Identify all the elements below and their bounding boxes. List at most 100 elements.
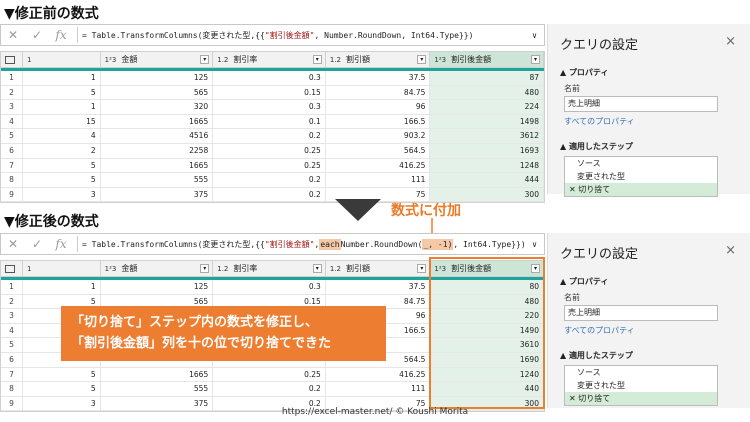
table-cell[interactable]: 555 <box>101 173 214 187</box>
table-cell[interactable]: 480 <box>430 85 544 100</box>
step-round-down[interactable]: ✕ 切り捨て <box>565 392 717 405</box>
table-cell[interactable]: 15 <box>23 114 101 129</box>
cancel-icon[interactable]: ✕ <box>1 28 25 42</box>
table-cell[interactable]: 564.5 <box>326 143 431 158</box>
table-cell[interactable]: 9 <box>1 187 23 202</box>
table-cell[interactable]: 5 <box>23 158 101 173</box>
column-header[interactable]: 1 <box>23 261 101 276</box>
table-cell[interactable]: 4516 <box>101 129 214 143</box>
type-icon[interactable]: 1²3 <box>105 56 117 64</box>
table-cell[interactable]: 37.5 <box>326 280 431 294</box>
table-cell[interactable]: 0.3 <box>213 280 326 294</box>
cancel-icon[interactable]: ✕ <box>1 237 25 251</box>
step-source[interactable]: ソース <box>565 366 717 379</box>
table-cell[interactable]: 3 <box>23 187 101 202</box>
table-cell[interactable]: 6 <box>1 352 23 367</box>
close-icon[interactable]: × <box>725 34 736 49</box>
type-icon[interactable]: 1²3 <box>105 265 117 273</box>
table-cell[interactable]: 87 <box>430 71 544 85</box>
table-cell[interactable]: 1248 <box>430 158 544 173</box>
table-cell[interactable]: 0.25 <box>213 143 326 158</box>
column-header[interactable]: 1.2 割引額 ▾ <box>326 52 431 67</box>
table-cell[interactable]: 903.2 <box>326 129 431 143</box>
filter-dropdown-icon[interactable]: ▾ <box>417 264 427 273</box>
table-cell[interactable]: 0.1 <box>213 114 326 129</box>
column-header[interactable]: 1²3 金額 ▾ <box>101 52 214 67</box>
table-cell[interactable]: 0.2 <box>213 129 326 143</box>
table-cell[interactable]: 7 <box>1 367 23 382</box>
column-header[interactable]: 1.2 割引率 ▾ <box>213 52 326 67</box>
step-changed-type[interactable]: 変更された型 <box>565 170 717 183</box>
table-cell[interactable]: 0.3 <box>213 71 326 85</box>
table-cell[interactable]: 444 <box>430 173 544 187</box>
table-cell[interactable]: 1 <box>1 71 23 85</box>
table-cell[interactable]: 416.25 <box>326 367 431 382</box>
table-cell[interactable]: 0.15 <box>213 85 326 100</box>
table-cell[interactable]: 416.25 <box>326 158 431 173</box>
select-all-icon[interactable] <box>1 52 23 67</box>
table-cell[interactable]: 3 <box>1 309 23 323</box>
type-icon[interactable]: 1.2 <box>330 265 341 273</box>
table-cell[interactable]: 6 <box>1 143 23 158</box>
table-cell[interactable]: 4 <box>1 114 23 129</box>
formula-text[interactable]: = Table.TransformColumns(変更された型,{{ "割引後金… <box>82 238 537 250</box>
column-header[interactable]: 1.2 割引額 ▾ <box>326 261 431 276</box>
fx-icon[interactable]: fx <box>49 28 73 42</box>
table-cell[interactable]: 96 <box>326 100 431 114</box>
table-cell[interactable]: 0.3 <box>213 100 326 114</box>
table-cell[interactable]: 3612 <box>430 129 544 143</box>
select-all-icon[interactable] <box>1 261 23 276</box>
table-cell[interactable]: 224 <box>430 100 544 114</box>
table-cell[interactable]: 320 <box>101 100 214 114</box>
column-header[interactable]: 1.2 割引率 ▾ <box>213 261 326 276</box>
confirm-icon[interactable]: ✓ <box>25 237 49 251</box>
table-cell[interactable]: 1 <box>23 71 101 85</box>
table-cell[interactable]: 125 <box>101 71 214 85</box>
table-cell[interactable]: 37.5 <box>326 71 431 85</box>
table-cell[interactable]: 2 <box>1 85 23 100</box>
step-round-down[interactable]: ✕ 切り捨て <box>565 183 717 196</box>
close-icon[interactable]: × <box>725 243 736 258</box>
table-cell[interactable]: 166.5 <box>326 114 431 129</box>
expand-formula-icon[interactable]: ∨ <box>532 240 537 249</box>
table-cell[interactable]: 2 <box>1 294 23 309</box>
table-cell[interactable]: 0.2 <box>213 382 326 396</box>
table-cell[interactable]: 5 <box>1 129 23 143</box>
table-cell[interactable]: 125 <box>101 280 214 294</box>
table-cell[interactable]: 4 <box>23 129 101 143</box>
table-cell[interactable]: 555 <box>101 382 214 396</box>
table-cell[interactable]: 2258 <box>101 143 214 158</box>
table-cell[interactable]: 5 <box>23 85 101 100</box>
filter-dropdown-icon[interactable]: ▾ <box>200 55 210 64</box>
expand-formula-icon[interactable]: ∨ <box>532 31 537 40</box>
step-source[interactable]: ソース <box>565 157 717 170</box>
name-input[interactable]: 売上明細 <box>564 305 718 321</box>
table-cell[interactable]: 1665 <box>101 367 214 382</box>
table-cell[interactable]: 375 <box>101 187 214 202</box>
properties-header[interactable]: ▲ プロパティ <box>560 67 750 78</box>
table-cell[interactable]: 7 <box>1 158 23 173</box>
table-cell[interactable]: 1665 <box>101 114 214 129</box>
all-properties-link[interactable]: すべてのプロパティ <box>564 116 750 127</box>
table-cell[interactable]: 111 <box>326 173 431 187</box>
type-icon[interactable]: 1²3 <box>434 56 446 64</box>
confirm-icon[interactable]: ✓ <box>25 28 49 42</box>
type-icon[interactable]: 1.2 <box>330 56 341 64</box>
table-cell[interactable]: 3 <box>1 100 23 114</box>
properties-header[interactable]: ▲ プロパティ <box>560 276 750 287</box>
applied-steps-header[interactable]: ▲ 適用したステップ <box>560 350 750 361</box>
step-changed-type[interactable]: 変更された型 <box>565 379 717 392</box>
table-cell[interactable]: 8 <box>1 382 23 396</box>
name-input[interactable]: 売上明細 <box>564 96 718 112</box>
table-cell[interactable]: 1 <box>23 100 101 114</box>
table-cell[interactable]: 0.2 <box>213 187 326 202</box>
formula-text[interactable]: = Table.TransformColumns(変更された型,{{ "割引後金… <box>82 30 537 41</box>
filter-dropdown-icon[interactable]: ▾ <box>200 264 210 273</box>
table-cell[interactable]: 4 <box>1 323 23 338</box>
table-cell[interactable]: 8 <box>1 173 23 187</box>
table-cell[interactable]: 565 <box>101 85 214 100</box>
table-cell[interactable]: 0.25 <box>213 367 326 382</box>
filter-dropdown-icon[interactable]: ▾ <box>417 55 427 64</box>
table-cell[interactable]: 5 <box>23 367 101 382</box>
table-cell[interactable]: 1 <box>1 280 23 294</box>
